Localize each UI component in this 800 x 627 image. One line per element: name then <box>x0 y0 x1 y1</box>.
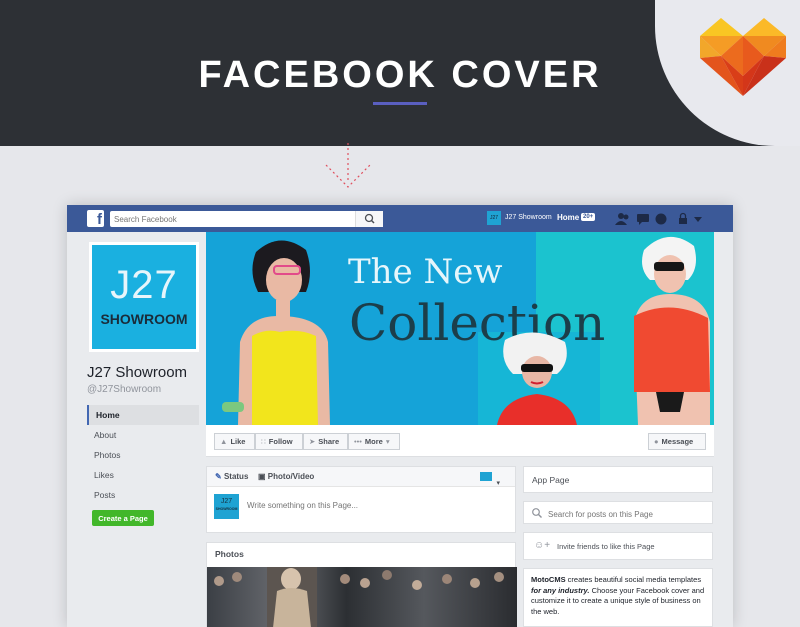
about-description: MotoCMS creates beautiful social media t… <box>531 575 709 617</box>
cover-headline-line1: The New <box>348 252 503 292</box>
side-nav-about[interactable]: About <box>87 425 199 445</box>
search-icon <box>364 213 375 224</box>
app-page-card[interactable]: App Page <box>523 466 713 493</box>
tab-status[interactable]: ✎ Status <box>215 472 248 481</box>
profile-picture[interactable]: J27 SHOWROOM <box>89 242 199 352</box>
like-label: Like <box>230 437 246 446</box>
share-button[interactable]: ➤ Share <box>303 433 348 450</box>
message-bubble-icon: ● <box>654 437 659 446</box>
profile-logo-subtext: SHOWROOM <box>100 311 188 327</box>
camera-icon: ▣ <box>258 472 266 481</box>
facebook-page-mockup: f J27 J27 Showroom Home 20+ <box>67 205 733 627</box>
about-emphasis: for any industry. <box>531 585 590 595</box>
search-icon <box>532 508 542 518</box>
more-label: More <box>364 437 383 446</box>
chevron-down-icon: ▾ <box>385 437 390 446</box>
post-as-selector[interactable]: ▾ <box>480 472 502 487</box>
model-left-illustration <box>222 240 330 425</box>
like-button[interactable]: ▲ Like <box>214 433 255 450</box>
side-nav-photos[interactable]: Photos <box>87 445 199 465</box>
page-headline: FACEBOOK COVER <box>198 54 602 96</box>
composer-input[interactable] <box>247 501 497 510</box>
nav-home-link[interactable]: Home <box>557 213 579 222</box>
account-menu-chevron-icon[interactable] <box>694 217 702 222</box>
facebook-search <box>110 211 383 227</box>
invite-friends-card[interactable]: ☺+ Invite friends to like this Page <box>523 532 713 560</box>
home-count-badge: 20+ <box>581 213 596 221</box>
brand-heart-logo-icon <box>700 18 786 96</box>
message-button[interactable]: ● Message <box>648 433 706 450</box>
globe-notifications-icon[interactable] <box>655 213 667 225</box>
create-page-button[interactable]: Create a Page <box>92 510 154 526</box>
about-text-part1: creates beautiful social media templates <box>565 575 702 584</box>
model-right-illustration <box>634 236 710 425</box>
more-dots-icon: ••• <box>354 437 362 446</box>
follow-label: Follow <box>268 437 293 446</box>
more-button[interactable]: ••• More ▾ <box>348 433 400 450</box>
invite-friends-label: Invite friends to like this Page <box>557 542 655 551</box>
message-label: Message <box>661 437 694 446</box>
headline-underline <box>373 102 427 105</box>
tab-status-label: Status <box>223 472 249 481</box>
side-nav-likes[interactable]: Likes <box>87 465 199 485</box>
share-arrow-icon: ➤ <box>309 437 316 446</box>
friend-requests-icon[interactable] <box>615 213 629 225</box>
share-label: Share <box>318 437 340 446</box>
composer-avatar-subtext: SHOWROOM <box>215 507 238 511</box>
facebook-logo-icon[interactable]: f <box>87 210 104 228</box>
header-band: FACEBOOK COVER <box>0 0 800 146</box>
side-nav-posts[interactable]: Posts <box>87 485 199 505</box>
cover-photo: The New Collection <box>206 232 714 425</box>
thumbs-up-icon: ▲ <box>220 437 228 446</box>
composer-tabs: ✎ Status ▣ Photo/Video ▾ <box>207 467 515 487</box>
model-center-illustration <box>497 332 577 425</box>
page-title[interactable]: J27 Showroom <box>87 364 187 381</box>
about-card: MotoCMS creates beautiful social media t… <box>523 568 713 627</box>
profile-logo: J27 SHOWROOM <box>92 245 196 349</box>
facebook-top-bar: f J27 J27 Showroom Home 20+ <box>67 205 733 232</box>
rss-icon: ∷ <box>261 437 266 446</box>
add-friend-icon: ☺+ <box>534 540 551 551</box>
privacy-lock-icon[interactable] <box>679 212 687 225</box>
post-composer: ✎ Status ▣ Photo/Video ▾ J27 SHOWROOM <box>206 466 516 533</box>
page-handle[interactable]: @J27Showroom <box>87 384 161 395</box>
side-nav-home[interactable]: Home <box>87 405 199 425</box>
photos-preview-image[interactable] <box>207 567 517 627</box>
chevron-down-icon: ▾ <box>496 480 500 487</box>
dotted-arrow-icon <box>325 143 371 188</box>
facebook-search-input[interactable] <box>110 211 355 227</box>
page-side-nav: Home About Photos Likes Posts <box>87 405 199 505</box>
profile-logo-text: J27 <box>110 263 178 307</box>
nav-page-avatar[interactable]: J27 <box>487 211 501 225</box>
messages-icon[interactable] <box>637 214 649 225</box>
page-actions-bar: ▲ Like ∷ Follow ➤ Share ••• More ▾ ● Message <box>206 425 714 457</box>
search-button[interactable] <box>355 211 383 227</box>
about-brand: MotoCMS <box>531 575 566 584</box>
search-posts-box <box>523 501 713 524</box>
composer-avatar-text: J27 <box>220 498 233 505</box>
post-as-avatar-icon <box>480 472 492 481</box>
runway-photo-illustration <box>214 567 504 627</box>
search-posts-input[interactable] <box>548 510 708 519</box>
pencil-icon: ✎ <box>215 472 222 481</box>
tab-photo-video-label: Photo/Video <box>267 472 315 481</box>
app-page-label: App Page <box>532 475 570 485</box>
nav-icons <box>615 212 702 225</box>
follow-button[interactable]: ∷ Follow <box>255 433 303 450</box>
composer-avatar: J27 SHOWROOM <box>214 494 239 519</box>
tab-photo-video[interactable]: ▣ Photo/Video <box>258 472 314 481</box>
nav-page-name[interactable]: J27 Showroom <box>505 214 552 221</box>
photos-section: Photos <box>206 542 517 627</box>
photos-heading[interactable]: Photos <box>207 543 515 565</box>
